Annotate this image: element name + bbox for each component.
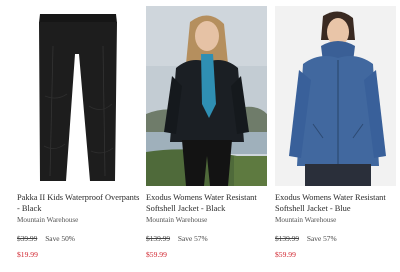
product-image-softshell-blue[interactable] <box>275 6 396 186</box>
product-image-overpants[interactable] <box>17 6 138 186</box>
product-card[interactable]: Exodus Womens Water Resistant Softshell … <box>146 0 268 272</box>
product-title[interactable]: Exodus Womens Water Resistant Softshell … <box>275 192 399 214</box>
savings-label: Save 57% <box>177 234 208 243</box>
product-card[interactable]: Exodus Womens Water Resistant Softshell … <box>275 0 397 272</box>
sale-price: $59.99 <box>275 250 296 259</box>
product-title[interactable]: Pakka II Kids Waterproof Overpants - Bla… <box>17 192 141 214</box>
product-grid: Pakka II Kids Waterproof Overpants - Bla… <box>0 0 400 272</box>
savings-label: Save 50% <box>45 234 75 243</box>
overpants-photo <box>17 6 138 186</box>
sale-price: $19.99 <box>17 250 38 259</box>
sale-price: $59.99 <box>146 250 167 259</box>
product-card[interactable]: Pakka II Kids Waterproof Overpants - Bla… <box>17 0 139 272</box>
original-price: $139.99 <box>146 234 171 243</box>
softshell-black-photo <box>146 6 267 186</box>
original-price: $139.99 <box>275 234 300 243</box>
product-brand: Mountain Warehouse <box>17 216 79 224</box>
pricing-row: $39.99 Save 50% <box>17 234 75 243</box>
product-title[interactable]: Exodus Womens Water Resistant Softshell … <box>146 192 270 214</box>
pricing-row: $139.99 Save 57% <box>146 234 208 243</box>
product-brand: Mountain Warehouse <box>275 216 337 224</box>
product-brand: Mountain Warehouse <box>146 216 208 224</box>
product-image-softshell-black[interactable] <box>146 6 267 186</box>
savings-label: Save 57% <box>306 234 337 243</box>
pricing-row: $139.99 Save 57% <box>275 234 337 243</box>
original-price: $39.99 <box>17 234 38 243</box>
softshell-blue-photo <box>275 6 396 186</box>
